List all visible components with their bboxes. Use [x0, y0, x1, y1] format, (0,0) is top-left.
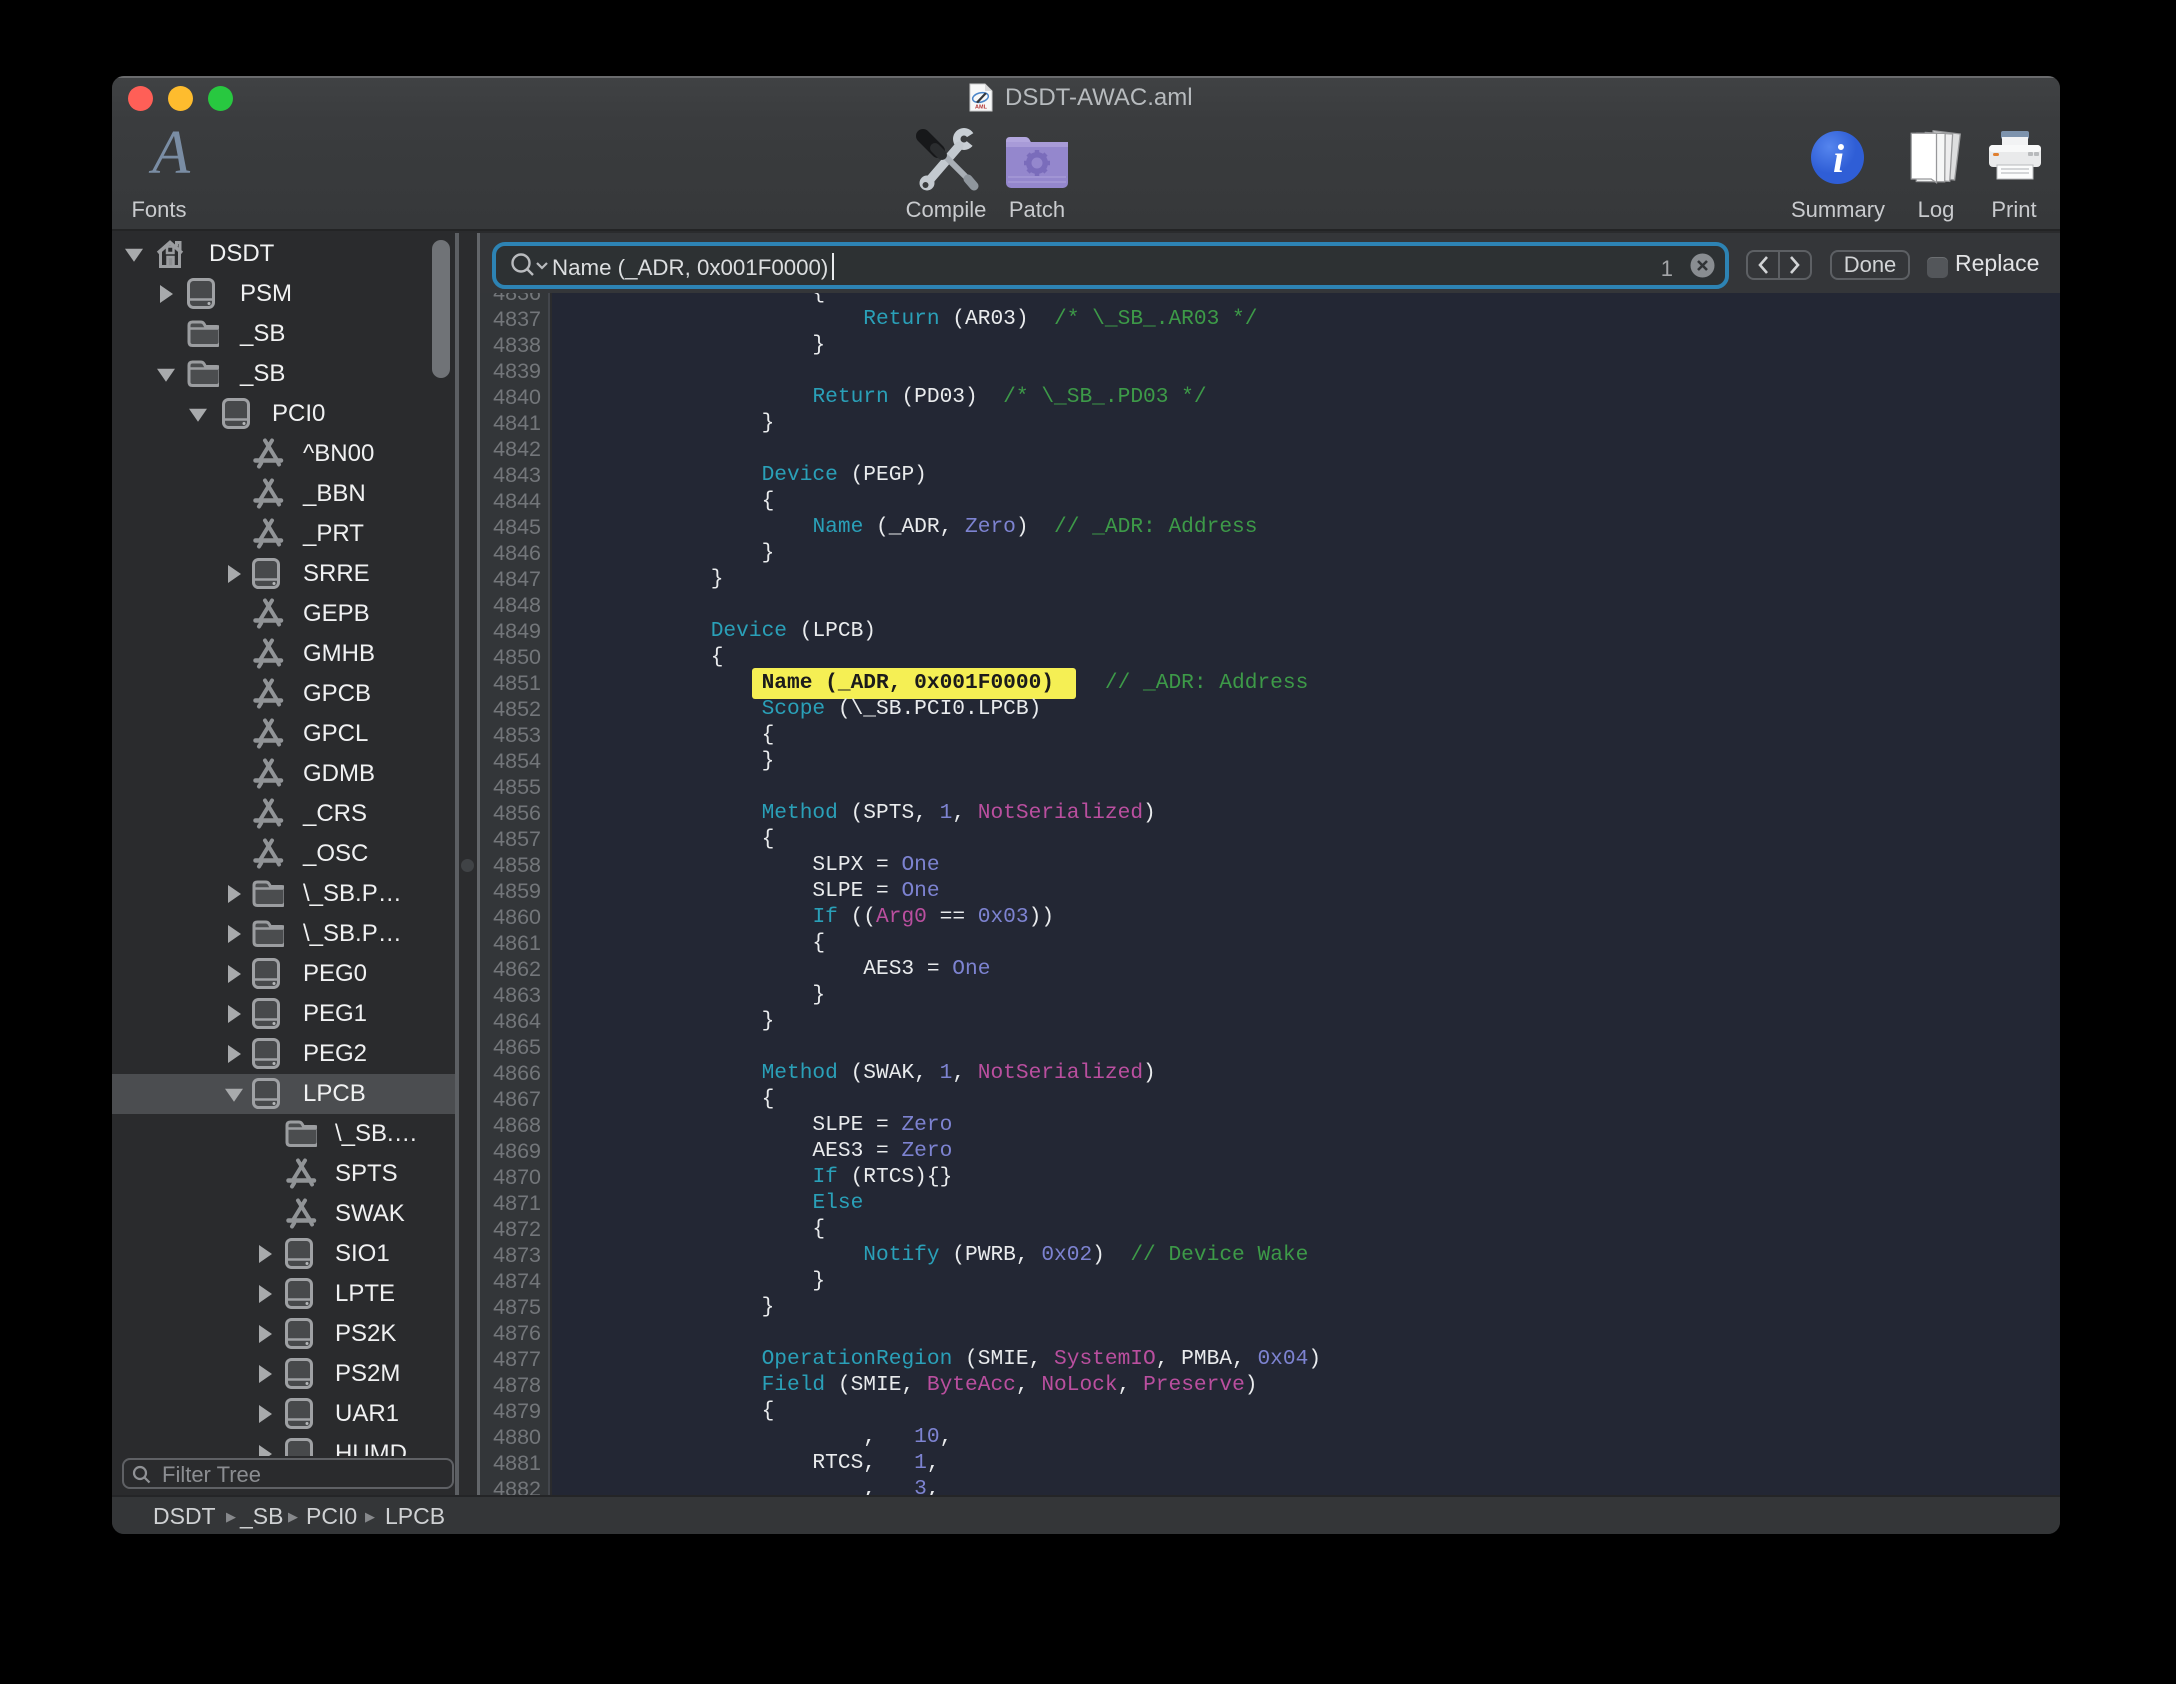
- svg-text:AML: AML: [975, 105, 988, 111]
- svg-text:i: i: [1833, 136, 1844, 181]
